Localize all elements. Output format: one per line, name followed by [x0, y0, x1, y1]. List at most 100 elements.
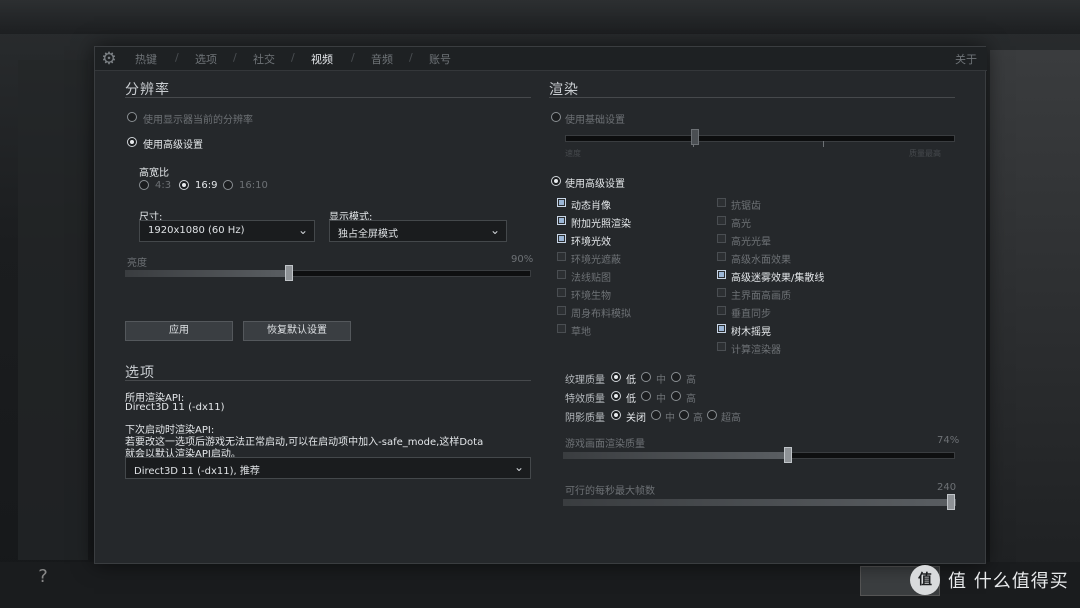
render-checkbox-label: 主界面高画质 — [731, 291, 791, 302]
aspect-4-3-label: 4:3 — [155, 180, 172, 191]
shadow-quality-off-radio[interactable] — [611, 410, 621, 420]
chevron-down-icon: ⌄ — [489, 223, 500, 237]
shadow-quality-high-radio[interactable] — [679, 410, 689, 420]
brightness-label: 亮度 — [127, 258, 147, 269]
render-checkbox-label: 垂直同步 — [731, 309, 771, 320]
render-checkbox[interactable] — [717, 270, 726, 279]
gear-icon[interactable]: ⚙ — [99, 49, 119, 69]
render-quality-slider-fill — [564, 452, 787, 459]
shadow-quality-ultra-label: 超高 — [721, 413, 741, 424]
render-checkbox-label: 高光光晕 — [731, 237, 771, 248]
aspect-16-9-radio[interactable] — [179, 180, 189, 190]
render-checkbox[interactable] — [717, 306, 726, 315]
chevron-down-icon: ⌄ — [513, 460, 524, 474]
render-checkbox[interactable] — [717, 342, 726, 351]
aspect-16-10-radio[interactable] — [223, 180, 233, 190]
effects-quality-high-radio[interactable] — [671, 391, 681, 401]
render-checkbox-label: 周身布料模拟 — [571, 309, 631, 320]
render-api-select[interactable]: Direct3D 11 (-dx11), 推荐 ⌄ — [125, 457, 531, 479]
effects-quality-mid-radio[interactable] — [641, 391, 651, 401]
shadow-quality-high-label: 高 — [693, 413, 703, 424]
texture-quality-high-radio[interactable] — [671, 372, 681, 382]
shadow-quality-mid-radio[interactable] — [651, 410, 661, 420]
aspect-4-3-radio[interactable] — [139, 180, 149, 190]
render-checkbox[interactable] — [557, 234, 566, 243]
tab-social[interactable]: 社交 — [253, 51, 275, 67]
render-checkbox[interactable] — [557, 288, 566, 297]
max-fps-label: 可行的每秒最大帧数 — [565, 486, 655, 497]
texture-quality-low-radio[interactable] — [611, 372, 621, 382]
effects-quality-high-label: 高 — [686, 394, 696, 405]
aspect-16-9-label: 16:9 — [195, 180, 218, 191]
about-link[interactable]: 关于 — [955, 51, 977, 67]
render-checkbox[interactable] — [557, 324, 566, 333]
tab-separator: / — [351, 51, 355, 64]
use-basic-render-radio[interactable] — [551, 112, 561, 122]
divider — [125, 380, 531, 381]
display-mode-select[interactable]: 独占全屏模式 ⌄ — [329, 220, 507, 242]
tab-options[interactable]: 选项 — [195, 51, 217, 67]
render-checkbox[interactable] — [557, 216, 566, 225]
basic-quality-slider-track[interactable] — [565, 135, 955, 142]
render-checkbox[interactable] — [717, 198, 726, 207]
reset-defaults-button[interactable]: 恢复默认设置 — [243, 321, 351, 341]
divider — [549, 97, 955, 98]
watermark-text: 值 什么值得买 — [948, 571, 1069, 592]
render-checkbox[interactable] — [717, 252, 726, 261]
tab-video[interactable]: 视频 — [311, 51, 333, 67]
shadow-quality-ultra-radio[interactable] — [707, 410, 717, 420]
render-quality-slider-thumb[interactable] — [784, 447, 792, 463]
tab-separator: / — [175, 51, 179, 64]
texture-quality-label: 纹理质量 — [565, 375, 605, 386]
render-api-value: Direct3D 11 (-dx11) — [125, 402, 225, 413]
use-advanced-render-radio[interactable] — [551, 176, 561, 186]
render-checkbox[interactable] — [717, 288, 726, 297]
settings-panel: ⚙ 热键 / 选项 / 社交 / 视频 / 音频 / 账号 关于 分辨率 使用显… — [94, 46, 987, 564]
brightness-slider-thumb[interactable] — [285, 265, 293, 281]
tab-separator: / — [233, 51, 237, 64]
render-quality-value: 74% — [937, 435, 960, 446]
use-display-resolution-label: 使用显示器当前的分辨率 — [143, 115, 253, 126]
tab-account[interactable]: 账号 — [429, 51, 451, 67]
render-checkbox[interactable] — [557, 306, 566, 315]
render-checkbox-label: 树木摇晃 — [731, 327, 771, 338]
tab-bar: ⚙ 热键 / 选项 / 社交 / 视频 / 音频 / 账号 关于 — [95, 47, 987, 71]
resolution-title: 分辨率 — [125, 82, 170, 98]
texture-quality-mid-radio[interactable] — [641, 372, 651, 382]
basic-quality-label: 质量最高 — [909, 149, 941, 158]
aspect-ratio-label: 高宽比 — [139, 168, 169, 179]
render-checkbox[interactable] — [717, 234, 726, 243]
size-select[interactable]: 1920x1080 (60 Hz) ⌄ — [139, 220, 315, 242]
brightness-slider-fill — [126, 270, 288, 277]
render-checkbox[interactable] — [557, 198, 566, 207]
render-checkbox[interactable] — [557, 252, 566, 261]
render-checkbox[interactable] — [717, 324, 726, 333]
render-checkbox-label: 动态肖像 — [571, 201, 611, 212]
size-select-value: 1920x1080 (60 Hz) — [148, 225, 245, 236]
use-advanced-resolution-radio[interactable] — [127, 137, 137, 147]
help-icon[interactable]: ? — [30, 566, 56, 592]
game-left-panel — [18, 60, 88, 560]
render-checkbox[interactable] — [717, 216, 726, 225]
render-checkbox-label: 环境生物 — [571, 291, 611, 302]
max-fps-slider-thumb[interactable] — [947, 494, 955, 510]
render-quality-slider-track[interactable] — [563, 452, 955, 459]
tab-audio[interactable]: 音频 — [371, 51, 393, 67]
use-advanced-render-label: 使用高级设置 — [565, 179, 625, 190]
render-checkbox[interactable] — [557, 270, 566, 279]
tab-hotkeys[interactable]: 热键 — [135, 51, 157, 67]
max-fps-slider-fill — [564, 499, 956, 506]
basic-speed-label: 速度 — [565, 149, 581, 158]
brightness-slider-track[interactable] — [125, 270, 531, 277]
apply-button[interactable]: 应用 — [125, 321, 233, 341]
render-api-select-value: Direct3D 11 (-dx11), 推荐 — [134, 466, 260, 477]
basic-quality-slider-thumb[interactable] — [691, 129, 699, 145]
render-checkbox-label: 抗锯齿 — [731, 201, 761, 212]
render-checkbox-label: 高光 — [731, 219, 751, 230]
use-display-resolution-radio[interactable] — [127, 112, 137, 122]
effects-quality-low-radio[interactable] — [611, 391, 621, 401]
options-title: 选项 — [125, 365, 155, 381]
max-fps-slider-track[interactable] — [563, 499, 956, 506]
use-advanced-resolution-label: 使用高级设置 — [143, 140, 203, 151]
shadow-quality-label: 阴影质量 — [565, 413, 605, 424]
